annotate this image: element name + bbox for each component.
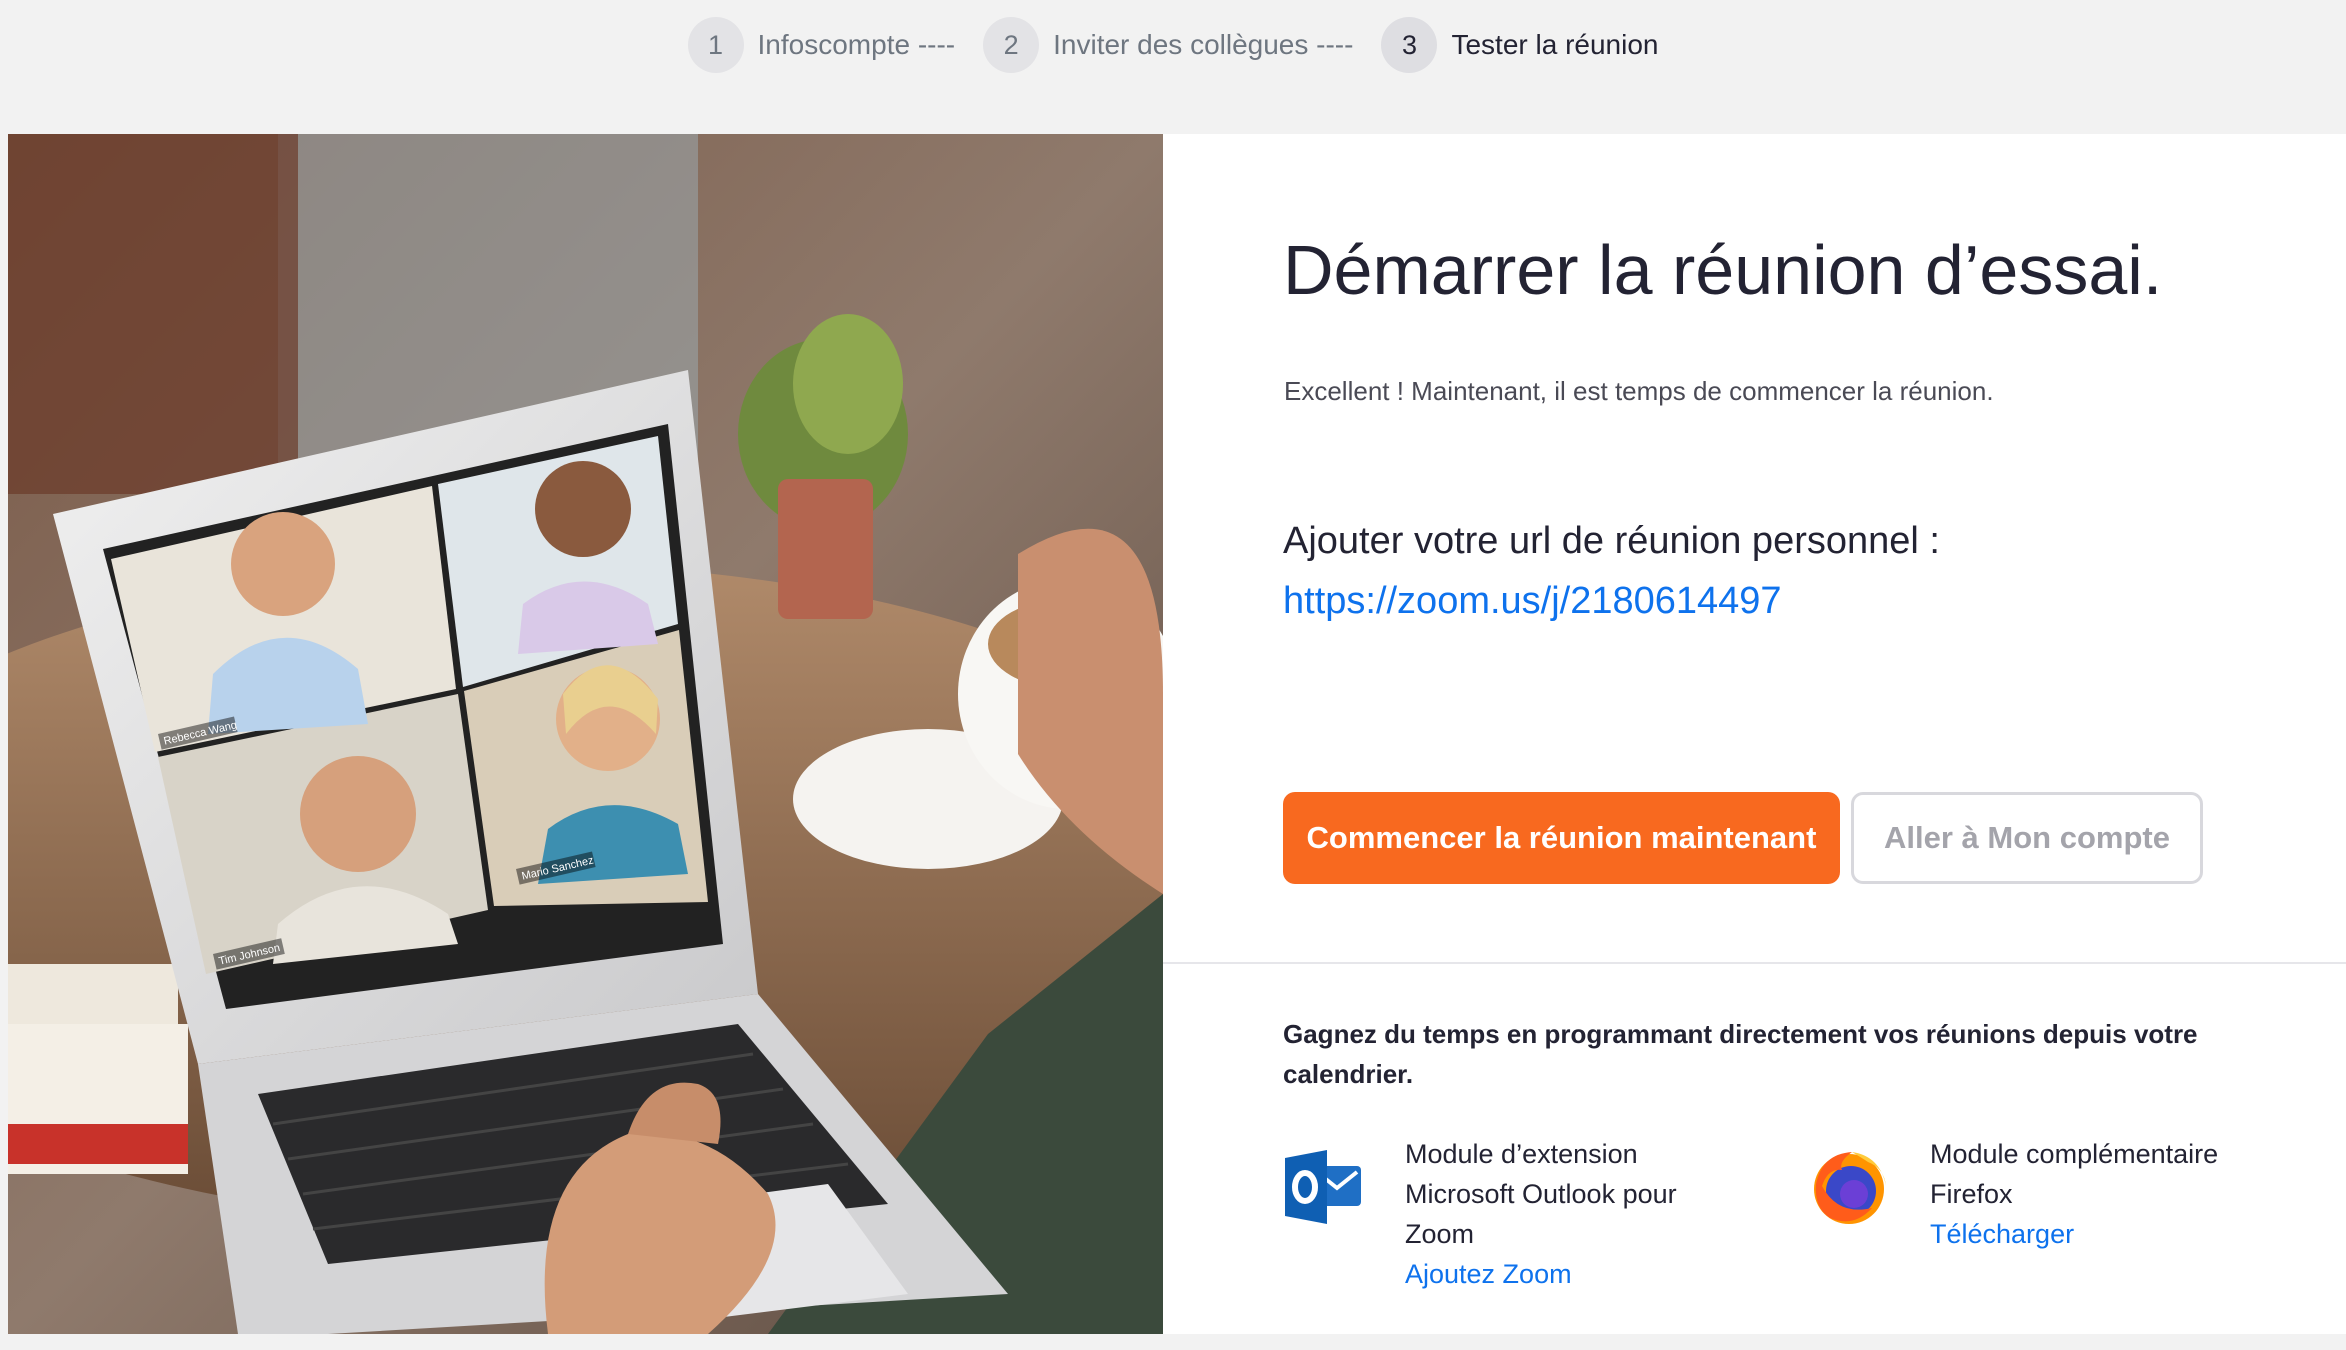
plugin-name-line: Zoom (1405, 1219, 1475, 1249)
step-label: Inviter des collègues ---- (1053, 29, 1354, 60)
step-number: 2 (983, 17, 1040, 73)
download-firefox-addon-link[interactable]: Télécharger (1930, 1214, 2218, 1254)
setup-stepper: 1 Infoscompte ---- 2 Inviter des collègu… (0, 14, 2346, 76)
hero-image: Rebecca Wang Tim Johnson Mario Sanchez (8, 134, 1163, 1334)
plugin-name-line: Module d’extension (1405, 1139, 1638, 1169)
calendar-promo-text: Gagnez du temps en programmant directeme… (1283, 1019, 2198, 1089)
plugin-name-line: Microsoft Outlook pour (1405, 1179, 1677, 1209)
personal-url-label: Ajouter votre url de réunion personnel : (1283, 520, 1940, 562)
step-label: Tester la réunion (1451, 29, 1659, 60)
page-title: Démarrer la réunion d’essai. (1283, 231, 2163, 309)
start-meeting-now-button[interactable]: Commencer la réunion maintenant (1283, 792, 1840, 884)
step-test-meeting: 3 Tester la réunion (1381, 17, 1658, 73)
firefox-plugin-text: Module complémentaire Firefox Télécharge… (1930, 1134, 2218, 1254)
personal-meeting-url-link[interactable]: https://zoom.us/j/2180614497 (1283, 580, 1782, 623)
step-number: 3 (1381, 17, 1438, 73)
outlook-plugin: Module d’extension Microsoft Outlook pou… (1283, 1134, 1677, 1294)
firefox-icon (1808, 1146, 1890, 1228)
add-zoom-link[interactable]: Ajoutez Zoom (1405, 1254, 1677, 1294)
page-bottom (0, 1334, 2346, 1350)
plugin-name-line: Firefox (1930, 1179, 2013, 1209)
divider (1163, 962, 2346, 964)
step-label: Infoscompte ---- (757, 29, 956, 60)
go-to-my-account-button[interactable]: Aller à Mon compte (1851, 792, 2203, 884)
page-subtitle: Excellent ! Maintenant, il est temps de … (1284, 376, 1994, 406)
firefox-plugin: Module complémentaire Firefox Télécharge… (1808, 1134, 2218, 1254)
step-account-info: 1 Infoscompte ---- (687, 17, 956, 73)
step-invite-colleagues: 2 Inviter des collègues ---- (983, 17, 1353, 73)
plugin-name-line: Module complémentaire (1930, 1139, 2219, 1169)
step-number: 1 (687, 17, 744, 73)
outlook-plugin-text: Module d’extension Microsoft Outlook pou… (1405, 1134, 1677, 1294)
test-meeting-panel: Démarrer la réunion d’essai. Excellent !… (1163, 134, 2346, 1334)
outlook-icon (1283, 1146, 1365, 1228)
test-meeting-card: Rebecca Wang Tim Johnson Mario Sanchez D… (8, 134, 2346, 1334)
